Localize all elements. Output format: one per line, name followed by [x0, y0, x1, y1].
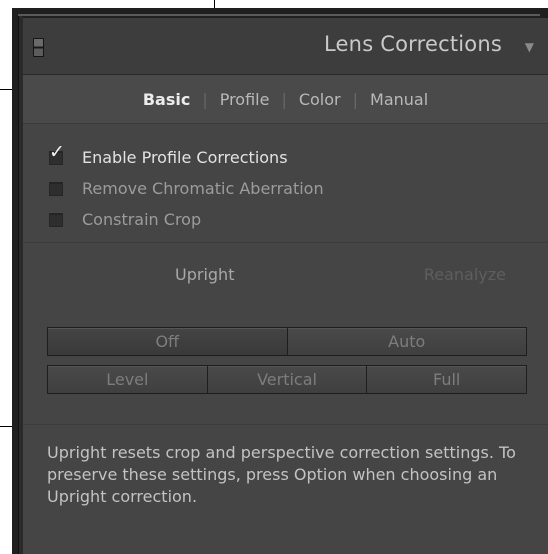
upright-mode-row-1: Off Auto: [47, 327, 527, 356]
triangle-down-icon[interactable]: ▼: [525, 40, 534, 54]
upright-vertical-button[interactable]: Vertical: [207, 366, 368, 393]
constrain-crop-checkbox[interactable]: [49, 212, 63, 227]
screen: Lens Corrections ▼ Basic | Profile | Col…: [0, 0, 548, 554]
upright-full-button[interactable]: Full: [367, 366, 527, 393]
panel-title: Lens Corrections: [324, 32, 502, 56]
constrain-crop-option[interactable]: Constrain Crop: [49, 204, 324, 235]
option-label: Constrain Crop: [82, 210, 202, 229]
section-divider: [23, 242, 548, 243]
mode-tabs: Basic | Profile | Color | Manual: [23, 75, 548, 124]
tab-basic[interactable]: Basic: [143, 90, 190, 109]
upright-level-button[interactable]: Level: [48, 366, 208, 393]
section-divider: [23, 424, 548, 425]
panel-toggle-switch[interactable]: [33, 38, 44, 57]
checkmark-icon: ✓: [49, 140, 65, 163]
remove-chromatic-aberration-checkbox[interactable]: [49, 181, 63, 196]
tab-separator: |: [281, 89, 287, 109]
lens-corrections-panel: Lens Corrections ▼ Basic | Profile | Col…: [23, 18, 548, 554]
tab-profile[interactable]: Profile: [220, 90, 270, 109]
upright-auto-button[interactable]: Auto: [287, 328, 526, 355]
tab-separator: |: [202, 89, 208, 109]
panel-top-rim: [18, 14, 540, 16]
option-label: Remove Chromatic Aberration: [82, 179, 324, 198]
panel-header[interactable]: Lens Corrections ▼: [23, 18, 548, 75]
enable-profile-corrections-option[interactable]: ✓ Enable Profile Corrections: [49, 142, 324, 173]
upright-help-text: Upright resets crop and perspective corr…: [47, 443, 516, 506]
tab-color[interactable]: Color: [299, 90, 341, 109]
option-label: Enable Profile Corrections: [82, 148, 288, 167]
options-list: ✓ Enable Profile Corrections Remove Chro…: [49, 142, 324, 235]
enable-profile-corrections-checkbox[interactable]: ✓: [49, 142, 65, 165]
upright-mode-row-2: Level Vertical Full: [47, 365, 527, 394]
remove-chromatic-aberration-option[interactable]: Remove Chromatic Aberration: [49, 173, 324, 204]
upright-off-button[interactable]: Off: [48, 328, 288, 355]
upright-label: Upright: [175, 265, 235, 284]
tab-separator: |: [352, 89, 359, 109]
reanalyze-button[interactable]: Reanalyze: [424, 265, 506, 284]
tab-manual[interactable]: Manual: [370, 90, 428, 109]
